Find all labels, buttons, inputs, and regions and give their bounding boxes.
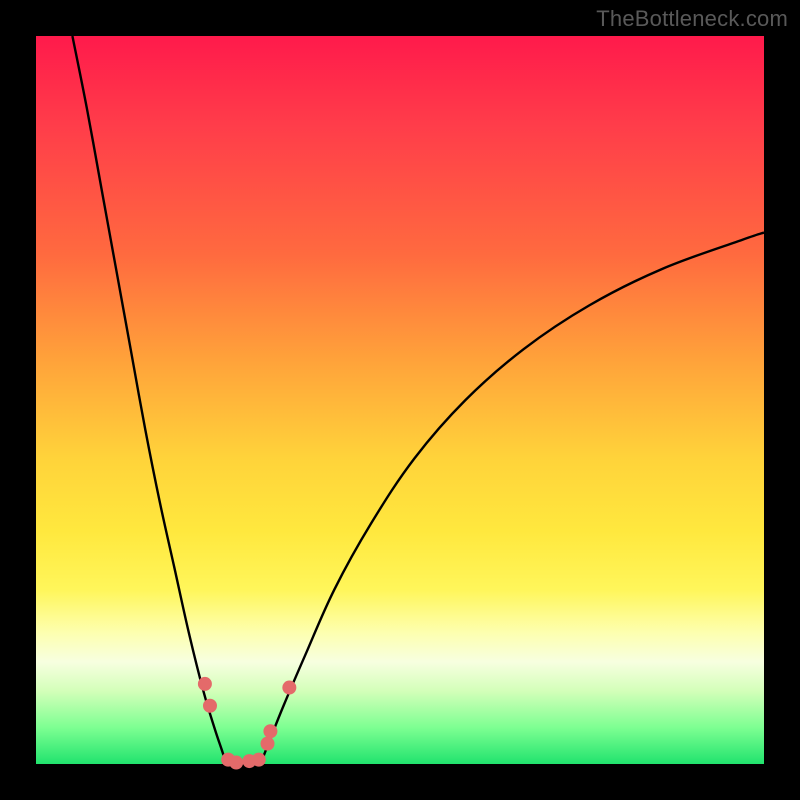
- data-point-marker: [198, 677, 212, 691]
- chart-frame: TheBottleneck.com: [0, 0, 800, 800]
- plot-area: [36, 36, 764, 764]
- data-point-markers: [36, 36, 764, 764]
- data-point-marker: [282, 681, 296, 695]
- data-point-marker: [252, 753, 266, 767]
- data-point-marker: [203, 699, 217, 713]
- watermark-text: TheBottleneck.com: [596, 6, 788, 32]
- data-point-marker: [261, 737, 275, 751]
- data-point-marker: [229, 756, 243, 770]
- data-point-marker: [263, 724, 277, 738]
